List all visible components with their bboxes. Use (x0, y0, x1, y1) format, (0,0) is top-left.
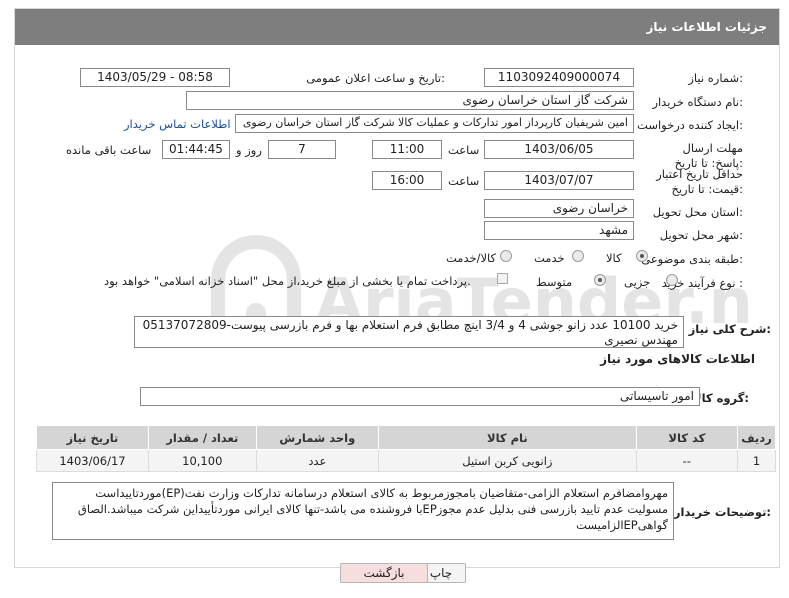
city-field: مشهد (484, 221, 634, 240)
buyer-org-label: نام دستگاه خریدار: (652, 95, 743, 109)
col-date: تاریخ نیاز (36, 425, 149, 450)
days-label: روز و (236, 143, 262, 157)
remaining-label: ساعت باقی مانده (66, 143, 152, 157)
category-option-service: خدمت (534, 251, 565, 265)
back-button[interactable]: بازگشت (340, 563, 428, 583)
validity-date-field: 1403/07/07 (484, 171, 634, 190)
days-field: 7 (268, 140, 336, 159)
deadline-time-label: ساعت (448, 143, 480, 157)
city-label: شهر محل تحویل: (659, 228, 743, 242)
buyer-contact-link[interactable]: اطلاعات تماس خریدار (124, 117, 231, 131)
description-field: خرید 10100 عدد زانو جوشی 4 و 3/4 اینچ مط… (134, 316, 684, 348)
validity-time-label: ساعت (448, 174, 480, 188)
panel-header: جزئیات اطلاعات نیاز (15, 9, 779, 45)
province-label: استان محل تحویل: (652, 205, 743, 219)
col-unit: واحد شمارش (255, 425, 380, 450)
announce-field: 1403/05/29 - 08:58 (80, 68, 230, 87)
announce-label: تاریخ و ساعت اعلان عمومی: (306, 71, 445, 85)
col-qty: تعداد / مقدار (147, 425, 257, 450)
description-label: شرح کلی نیاز: (688, 322, 771, 336)
validity-label: حداقل تاریخ اعتبار قیمت: تا تاریخ: (656, 167, 743, 196)
category-radio-service[interactable] (572, 250, 584, 262)
category-label: طبقه بندی موضوعی: (641, 252, 743, 266)
deadline-time-field: 11:00 (372, 140, 442, 159)
cell-row: 1 (737, 449, 776, 472)
cell-name: زانویی کربن استیل (378, 449, 637, 472)
need-number-field: 1103092409000074 (484, 68, 634, 87)
process-radio-minor[interactable] (666, 274, 678, 286)
process-radio-medium[interactable] (594, 274, 606, 286)
col-row: ردیف (737, 425, 776, 450)
remaining-time-field: 01:44:45 (162, 140, 230, 159)
goods-group-field: امور تاسیساتی (140, 387, 700, 406)
process-option-medium: متوسط (536, 275, 573, 289)
col-name: نام کالا (378, 425, 637, 450)
deadline-date-field: 1403/06/05 (484, 140, 634, 159)
cell-qty: 10,100 (147, 449, 257, 472)
validity-time-field: 16:00 (372, 171, 442, 190)
treasury-payment-checkbox[interactable] (497, 273, 508, 284)
goods-group-label: گروه کالا: (693, 391, 749, 405)
requester-field: امین شریفیان کارپرداز امور تدارکات و عمل… (235, 114, 634, 133)
category-radio-both[interactable] (500, 250, 512, 262)
buyer-org-field: شرکت گاز استان خراسان رضوی (186, 91, 634, 110)
category-radio-goods[interactable] (636, 250, 648, 262)
goods-table: ردیف کد کالا نام کالا واحد شمارش تعداد /… (36, 425, 776, 472)
province-field: خراسان رضوی (484, 199, 634, 218)
need-number-label: شماره نیاز: (688, 71, 743, 85)
cell-date: 1403/06/17 (36, 449, 149, 472)
goods-table-header: ردیف کد کالا نام کالا واحد شمارش تعداد /… (36, 425, 776, 450)
cell-unit: عدد (255, 449, 380, 472)
category-option-both: کالا/خدمت (446, 251, 497, 265)
requester-label: ایجاد کننده درخواست: (637, 118, 743, 132)
treasury-payment-note: پرداخت تمام یا بخشی از مبلغ خرید،از محل … (104, 274, 471, 288)
cell-code: -- (635, 449, 739, 472)
goods-section-title: اطلاعات کالاهای مورد نیاز (600, 352, 755, 366)
col-code: کد کالا (635, 425, 739, 450)
process-option-minor: جزیی (624, 275, 651, 289)
buyer-notes-field: مهروامضافرم استعلام الزامی-متقاضیان بامج… (52, 482, 674, 540)
table-row: 1 -- زانویی کربن استیل عدد 10,100 1403/0… (36, 449, 776, 472)
category-option-goods: کالا (606, 251, 622, 265)
panel-title: جزئیات اطلاعات نیاز (646, 20, 767, 34)
buyer-notes-label: توضیحات خریدار: (673, 505, 771, 519)
